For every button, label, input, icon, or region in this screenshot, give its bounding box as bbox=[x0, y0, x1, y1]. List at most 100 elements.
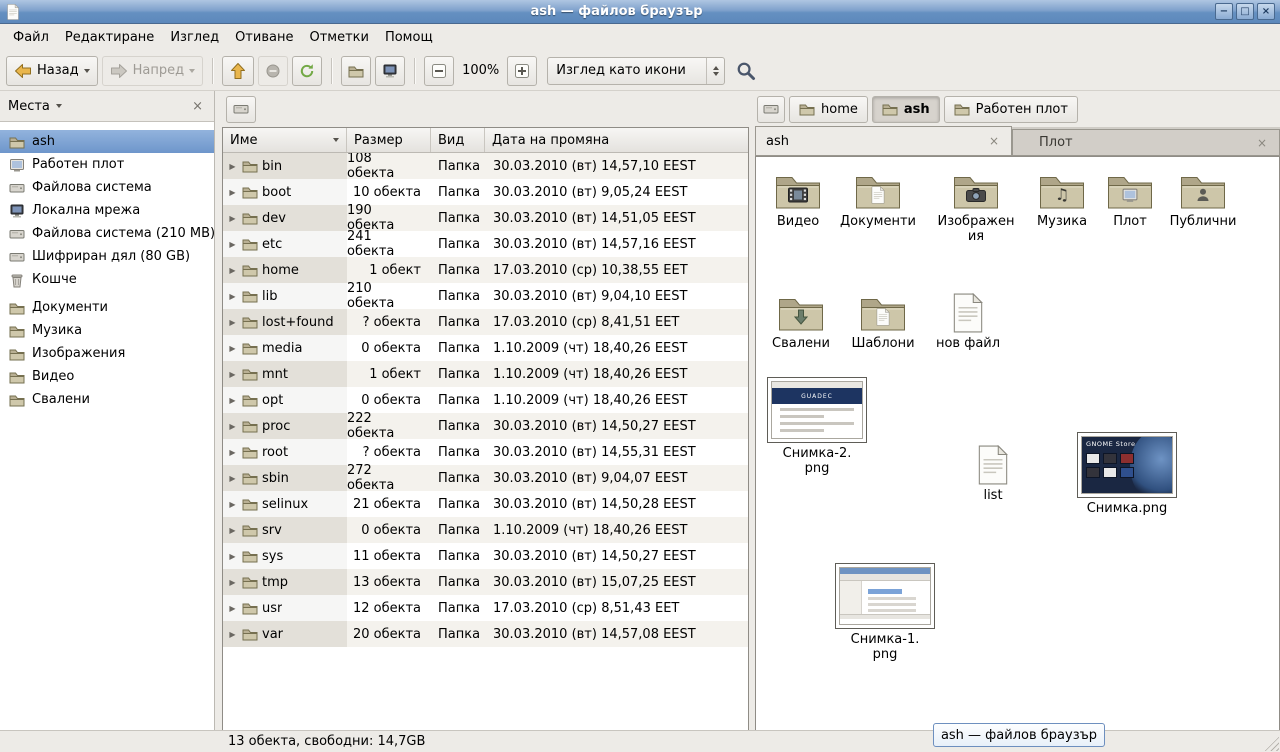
menu-go[interactable]: Отиване bbox=[227, 26, 301, 49]
zoom-level[interactable]: 100% bbox=[458, 63, 503, 78]
column-header-type[interactable]: Вид bbox=[431, 128, 485, 152]
expander-icon[interactable]: ▶ bbox=[227, 214, 238, 223]
table-row[interactable]: ▶boot10 обектаПапка30.03.2010 (вт) 9,05,… bbox=[223, 179, 748, 205]
folder-templates[interactable]: Шаблони bbox=[841, 293, 925, 352]
expander-icon[interactable]: ▶ bbox=[227, 188, 238, 197]
table-row[interactable]: ▶home1 обектПапка17.03.2010 (ср) 10,38,5… bbox=[223, 257, 748, 283]
sidebar-item-documents[interactable]: Документи bbox=[0, 296, 214, 319]
reload-button[interactable] bbox=[292, 56, 322, 86]
table-row[interactable]: ▶tmp13 обектаПапка30.03.2010 (вт) 15,07,… bbox=[223, 569, 748, 595]
expander-icon[interactable]: ▶ bbox=[227, 318, 238, 327]
tab-close-icon[interactable]: × bbox=[1255, 137, 1269, 149]
menu-edit[interactable]: Редактиране bbox=[57, 26, 162, 49]
minimize-button[interactable]: − bbox=[1215, 3, 1233, 20]
path-root-button[interactable] bbox=[757, 96, 785, 123]
expander-icon[interactable]: ▶ bbox=[227, 370, 238, 379]
expander-icon[interactable]: ▶ bbox=[227, 474, 238, 483]
expander-icon[interactable]: ▶ bbox=[227, 500, 238, 509]
table-row[interactable]: ▶sys11 обектаПапка30.03.2010 (вт) 14,50,… bbox=[223, 543, 748, 569]
menu-help[interactable]: Помощ bbox=[377, 26, 441, 49]
column-header-modified[interactable]: Дата на промяна bbox=[485, 128, 748, 152]
table-row[interactable]: ▶sbin272 обектаПапка30.03.2010 (вт) 9,04… bbox=[223, 465, 748, 491]
expander-icon[interactable]: ▶ bbox=[227, 240, 238, 249]
close-button[interactable]: × bbox=[1257, 3, 1275, 20]
sidebar-item-videos[interactable]: Видео bbox=[0, 365, 214, 388]
view-mode-select[interactable]: Изглед като икони bbox=[547, 57, 725, 85]
sidebar-item-encrypted-80gb[interactable]: Шифриран дял (80 GB) bbox=[0, 245, 214, 268]
path-desktop-button[interactable]: Работен плот bbox=[944, 96, 1078, 123]
expander-icon[interactable]: ▶ bbox=[227, 526, 238, 535]
table-row[interactable]: ▶root? обектаПапка30.03.2010 (вт) 14,55,… bbox=[223, 439, 748, 465]
titlebar[interactable]: ash — файлов браузър − □ × bbox=[0, 0, 1280, 24]
expander-icon[interactable]: ▶ bbox=[227, 630, 238, 639]
tab-desktop[interactable]: Плот× bbox=[1012, 129, 1280, 155]
file-list[interactable]: list bbox=[951, 445, 1035, 504]
menu-view[interactable]: Изглед bbox=[162, 26, 227, 49]
path-root-button[interactable] bbox=[226, 96, 256, 123]
expander-icon[interactable]: ▶ bbox=[227, 344, 238, 353]
folder-downloads[interactable]: Свалени bbox=[759, 293, 843, 352]
expander-icon[interactable]: ▶ bbox=[227, 552, 238, 561]
menu-bookmarks[interactable]: Отметки bbox=[301, 26, 376, 49]
up-button[interactable] bbox=[222, 56, 254, 86]
tab-close-icon[interactable]: × bbox=[987, 135, 1001, 147]
folder-desktop[interactable]: Плот bbox=[1088, 171, 1172, 230]
column-header-size[interactable]: Размер bbox=[347, 128, 431, 152]
expander-icon[interactable]: ▶ bbox=[227, 266, 238, 275]
expander-icon[interactable]: ▶ bbox=[227, 422, 238, 431]
file-new-file[interactable]: нов файл bbox=[926, 293, 1010, 352]
resize-grip[interactable] bbox=[1264, 736, 1279, 751]
computer-button[interactable] bbox=[375, 56, 405, 86]
table-row[interactable]: ▶srv0 обектаПапка1.10.2009 (чт) 18,40,26… bbox=[223, 517, 748, 543]
sidebar-item-music[interactable]: Музика bbox=[0, 319, 214, 342]
maximize-button[interactable]: □ bbox=[1236, 3, 1254, 20]
expander-icon[interactable]: ▶ bbox=[227, 292, 238, 301]
folder-documents[interactable]: Документи bbox=[836, 171, 920, 230]
expander-icon[interactable]: ▶ bbox=[227, 448, 238, 457]
table-row[interactable]: ▶bin108 обектаПапка30.03.2010 (вт) 14,57… bbox=[223, 153, 748, 179]
taskbar-window-button[interactable]: ash — файлов браузър bbox=[933, 723, 1105, 747]
table-row[interactable]: ▶usr12 обектаПапка17.03.2010 (ср) 8,51,4… bbox=[223, 595, 748, 621]
table-row[interactable]: ▶var20 обектаПапка30.03.2010 (вт) 14,57,… bbox=[223, 621, 748, 647]
file-snimka1-png[interactable]: Снимка-1. png bbox=[834, 563, 936, 663]
table-row[interactable]: ▶selinux21 обектаПапка30.03.2010 (вт) 14… bbox=[223, 491, 748, 517]
column-header-name[interactable]: Име bbox=[223, 128, 347, 152]
sidebar-title[interactable]: Места bbox=[8, 99, 50, 114]
folder-pictures[interactable]: Изображен ия bbox=[934, 171, 1018, 245]
expander-icon[interactable]: ▶ bbox=[227, 604, 238, 613]
home-button[interactable] bbox=[341, 56, 371, 86]
tab-ash[interactable]: ash× bbox=[755, 126, 1012, 155]
expander-icon[interactable]: ▶ bbox=[227, 162, 238, 171]
file-snimka-png[interactable]: GNOME Store Снимка.png bbox=[1076, 432, 1178, 517]
sidebar-item-pictures[interactable]: Изображения bbox=[0, 342, 214, 365]
path-home-button[interactable]: home bbox=[789, 96, 868, 123]
expander-icon[interactable]: ▶ bbox=[227, 578, 238, 587]
table-row[interactable]: ▶media0 обектаПапка1.10.2009 (чт) 18,40,… bbox=[223, 335, 748, 361]
menu-file[interactable]: Файл bbox=[5, 26, 57, 49]
main-toolbar: Назад Напред 100% bbox=[0, 51, 1280, 91]
sidebar-item-downloads[interactable]: Свалени bbox=[0, 388, 214, 411]
table-row[interactable]: ▶proc222 обектаПапка30.03.2010 (вт) 14,5… bbox=[223, 413, 748, 439]
table-row[interactable]: ▶dev190 обектаПапка30.03.2010 (вт) 14,51… bbox=[223, 205, 748, 231]
search-button[interactable] bbox=[729, 56, 763, 86]
folder-videos[interactable]: Видео bbox=[756, 171, 840, 230]
sidebar-item-filesystem-210mb[interactable]: Файлова система (210 MB) bbox=[0, 222, 214, 245]
path-ash-button[interactable]: ash bbox=[872, 96, 940, 123]
sidebar-item-trash[interactable]: Кошче bbox=[0, 268, 214, 291]
zoom-out-button[interactable] bbox=[424, 56, 454, 86]
folder-public[interactable]: Публични bbox=[1161, 171, 1245, 230]
sidebar-item-filesystem[interactable]: Файлова система bbox=[0, 176, 214, 199]
back-button[interactable]: Назад bbox=[6, 56, 98, 86]
expander-icon[interactable]: ▶ bbox=[227, 396, 238, 405]
table-row[interactable]: ▶etc241 обектаПапка30.03.2010 (вт) 14,57… bbox=[223, 231, 748, 257]
table-row[interactable]: ▶mnt1 обектПапка1.10.2009 (чт) 18,40,26 … bbox=[223, 361, 748, 387]
sidebar-item-ash[interactable]: ash bbox=[0, 130, 214, 153]
sidebar-close-button[interactable]: × bbox=[189, 99, 206, 114]
table-row[interactable]: ▶opt0 обектаПапка1.10.2009 (чт) 18,40,26… bbox=[223, 387, 748, 413]
table-row[interactable]: ▶lost+found? обектаПапка17.03.2010 (ср) … bbox=[223, 309, 748, 335]
table-row[interactable]: ▶lib210 обектаПапка30.03.2010 (вт) 9,04,… bbox=[223, 283, 748, 309]
zoom-in-button[interactable] bbox=[507, 56, 537, 86]
sidebar-item-desktop[interactable]: Работен плот bbox=[0, 153, 214, 176]
file-snimka2-png[interactable]: GUADEC Снимка-2. png bbox=[766, 377, 868, 477]
sidebar-item-local-network[interactable]: Локална мрежа bbox=[0, 199, 214, 222]
